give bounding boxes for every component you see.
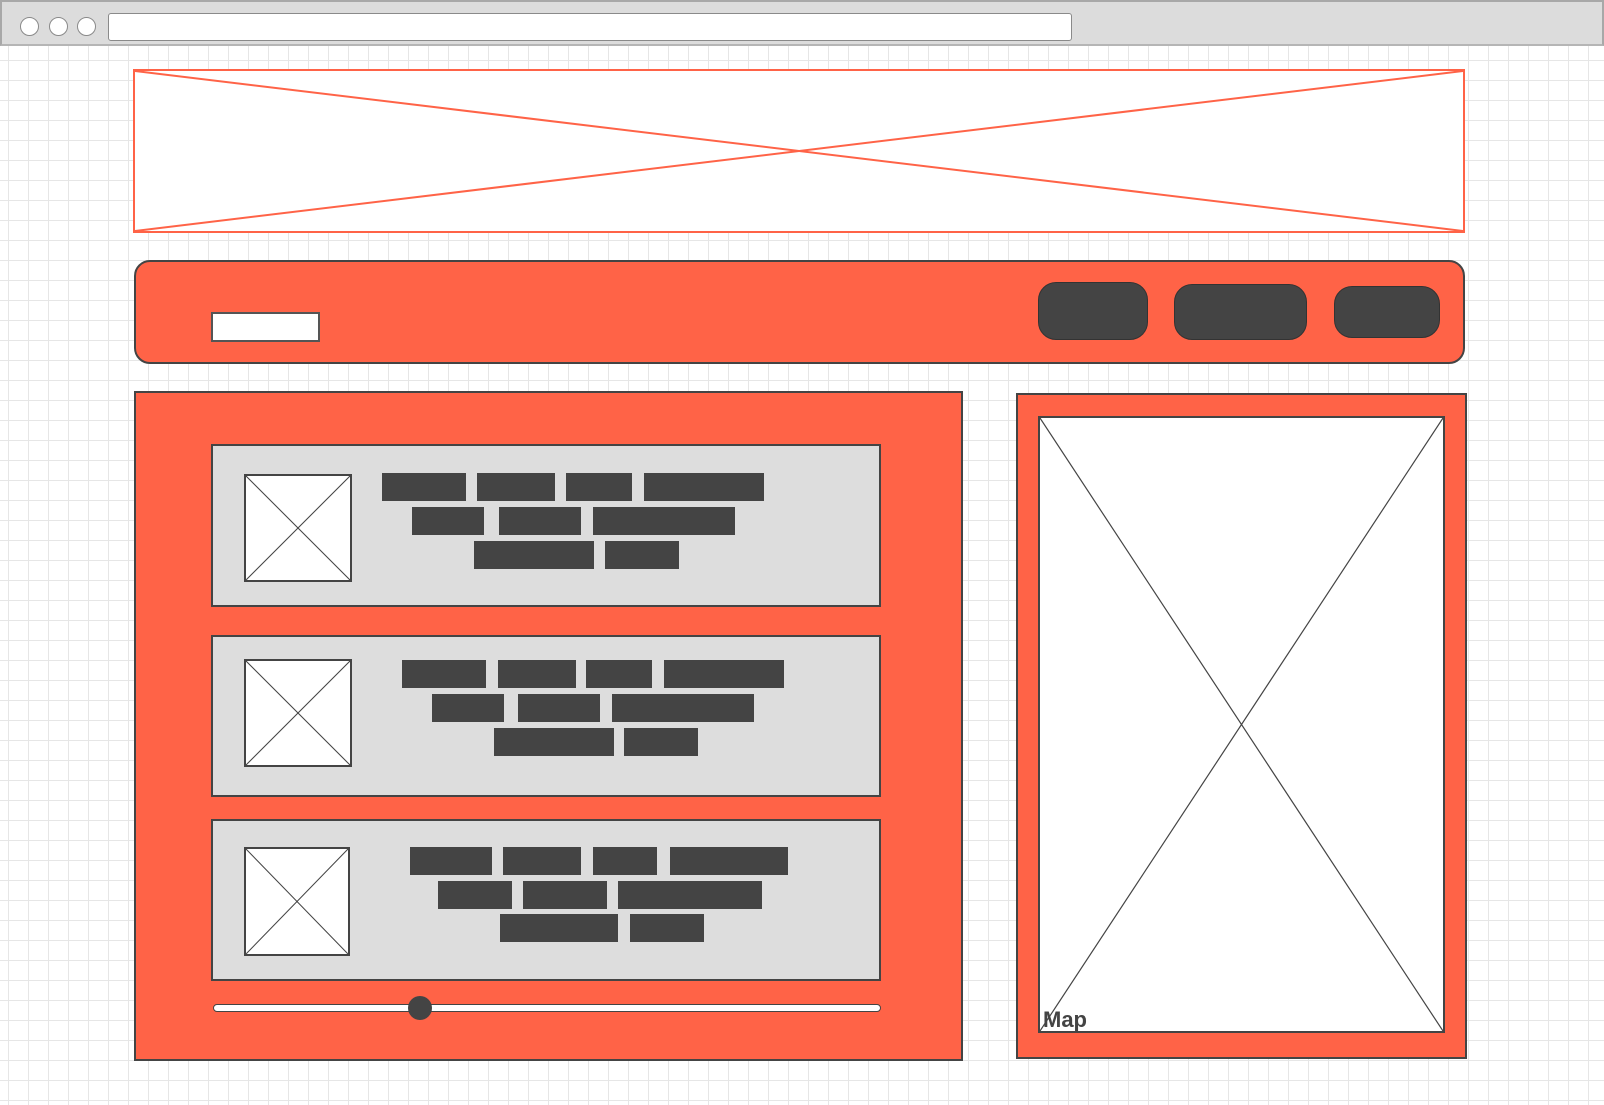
window-close-button[interactable] [20,17,39,36]
placeholder-cross-icon [246,849,348,954]
text-line-placeholder [586,660,652,688]
text-line-placeholder [518,694,600,722]
placeholder-cross-icon [246,476,350,580]
browser-window-chrome [0,0,1604,46]
header-nav-bar [134,260,1465,364]
window-maximize-button[interactable] [77,17,96,36]
text-line-placeholder [618,881,762,909]
text-line-placeholder [664,660,784,688]
text-line-placeholder [503,847,581,875]
nav-button-1[interactable] [1038,282,1148,340]
search-input[interactable] [211,312,320,342]
text-line-placeholder [432,694,504,722]
text-line-placeholder [402,660,486,688]
nav-button-2[interactable] [1174,284,1307,340]
text-line-placeholder [593,507,735,535]
slider-thumb[interactable] [408,996,433,1020]
text-line-placeholder [477,473,555,501]
window-minimize-button[interactable] [49,17,68,36]
text-line-placeholder [499,507,581,535]
map-panel: Map [1016,393,1467,1059]
thumbnail-image-placeholder [244,659,352,767]
placeholder-cross-icon [1040,418,1443,1031]
text-line-placeholder [566,473,632,501]
list-item[interactable] [211,444,881,607]
text-line-placeholder [593,847,657,875]
list-item[interactable] [211,819,881,981]
text-line-placeholder [630,914,704,942]
text-line-placeholder [410,847,492,875]
text-line-placeholder [670,847,788,875]
text-line-placeholder [474,541,594,569]
placeholder-cross-icon [135,71,1463,231]
list-item[interactable] [211,635,881,797]
address-bar[interactable] [108,13,1072,41]
text-line-placeholder [438,881,512,909]
nav-button-3[interactable] [1334,286,1440,338]
text-line-placeholder [494,728,614,756]
text-line-placeholder [624,728,698,756]
slider-track[interactable] [213,1004,881,1012]
text-line-placeholder [500,914,618,942]
text-line-placeholder [523,881,607,909]
text-line-placeholder [644,473,764,501]
text-line-placeholder [382,473,466,501]
text-line-placeholder [605,541,679,569]
banner-image-placeholder [133,69,1465,233]
thumbnail-image-placeholder [244,474,352,582]
text-line-placeholder [412,507,484,535]
thumbnail-image-placeholder [244,847,350,956]
map-placeholder[interactable]: Map [1038,416,1445,1033]
map-label: Map [1043,1007,1087,1032]
text-line-placeholder [612,694,754,722]
text-line-placeholder [498,660,576,688]
results-panel [134,391,963,1061]
placeholder-cross-icon [246,661,350,765]
